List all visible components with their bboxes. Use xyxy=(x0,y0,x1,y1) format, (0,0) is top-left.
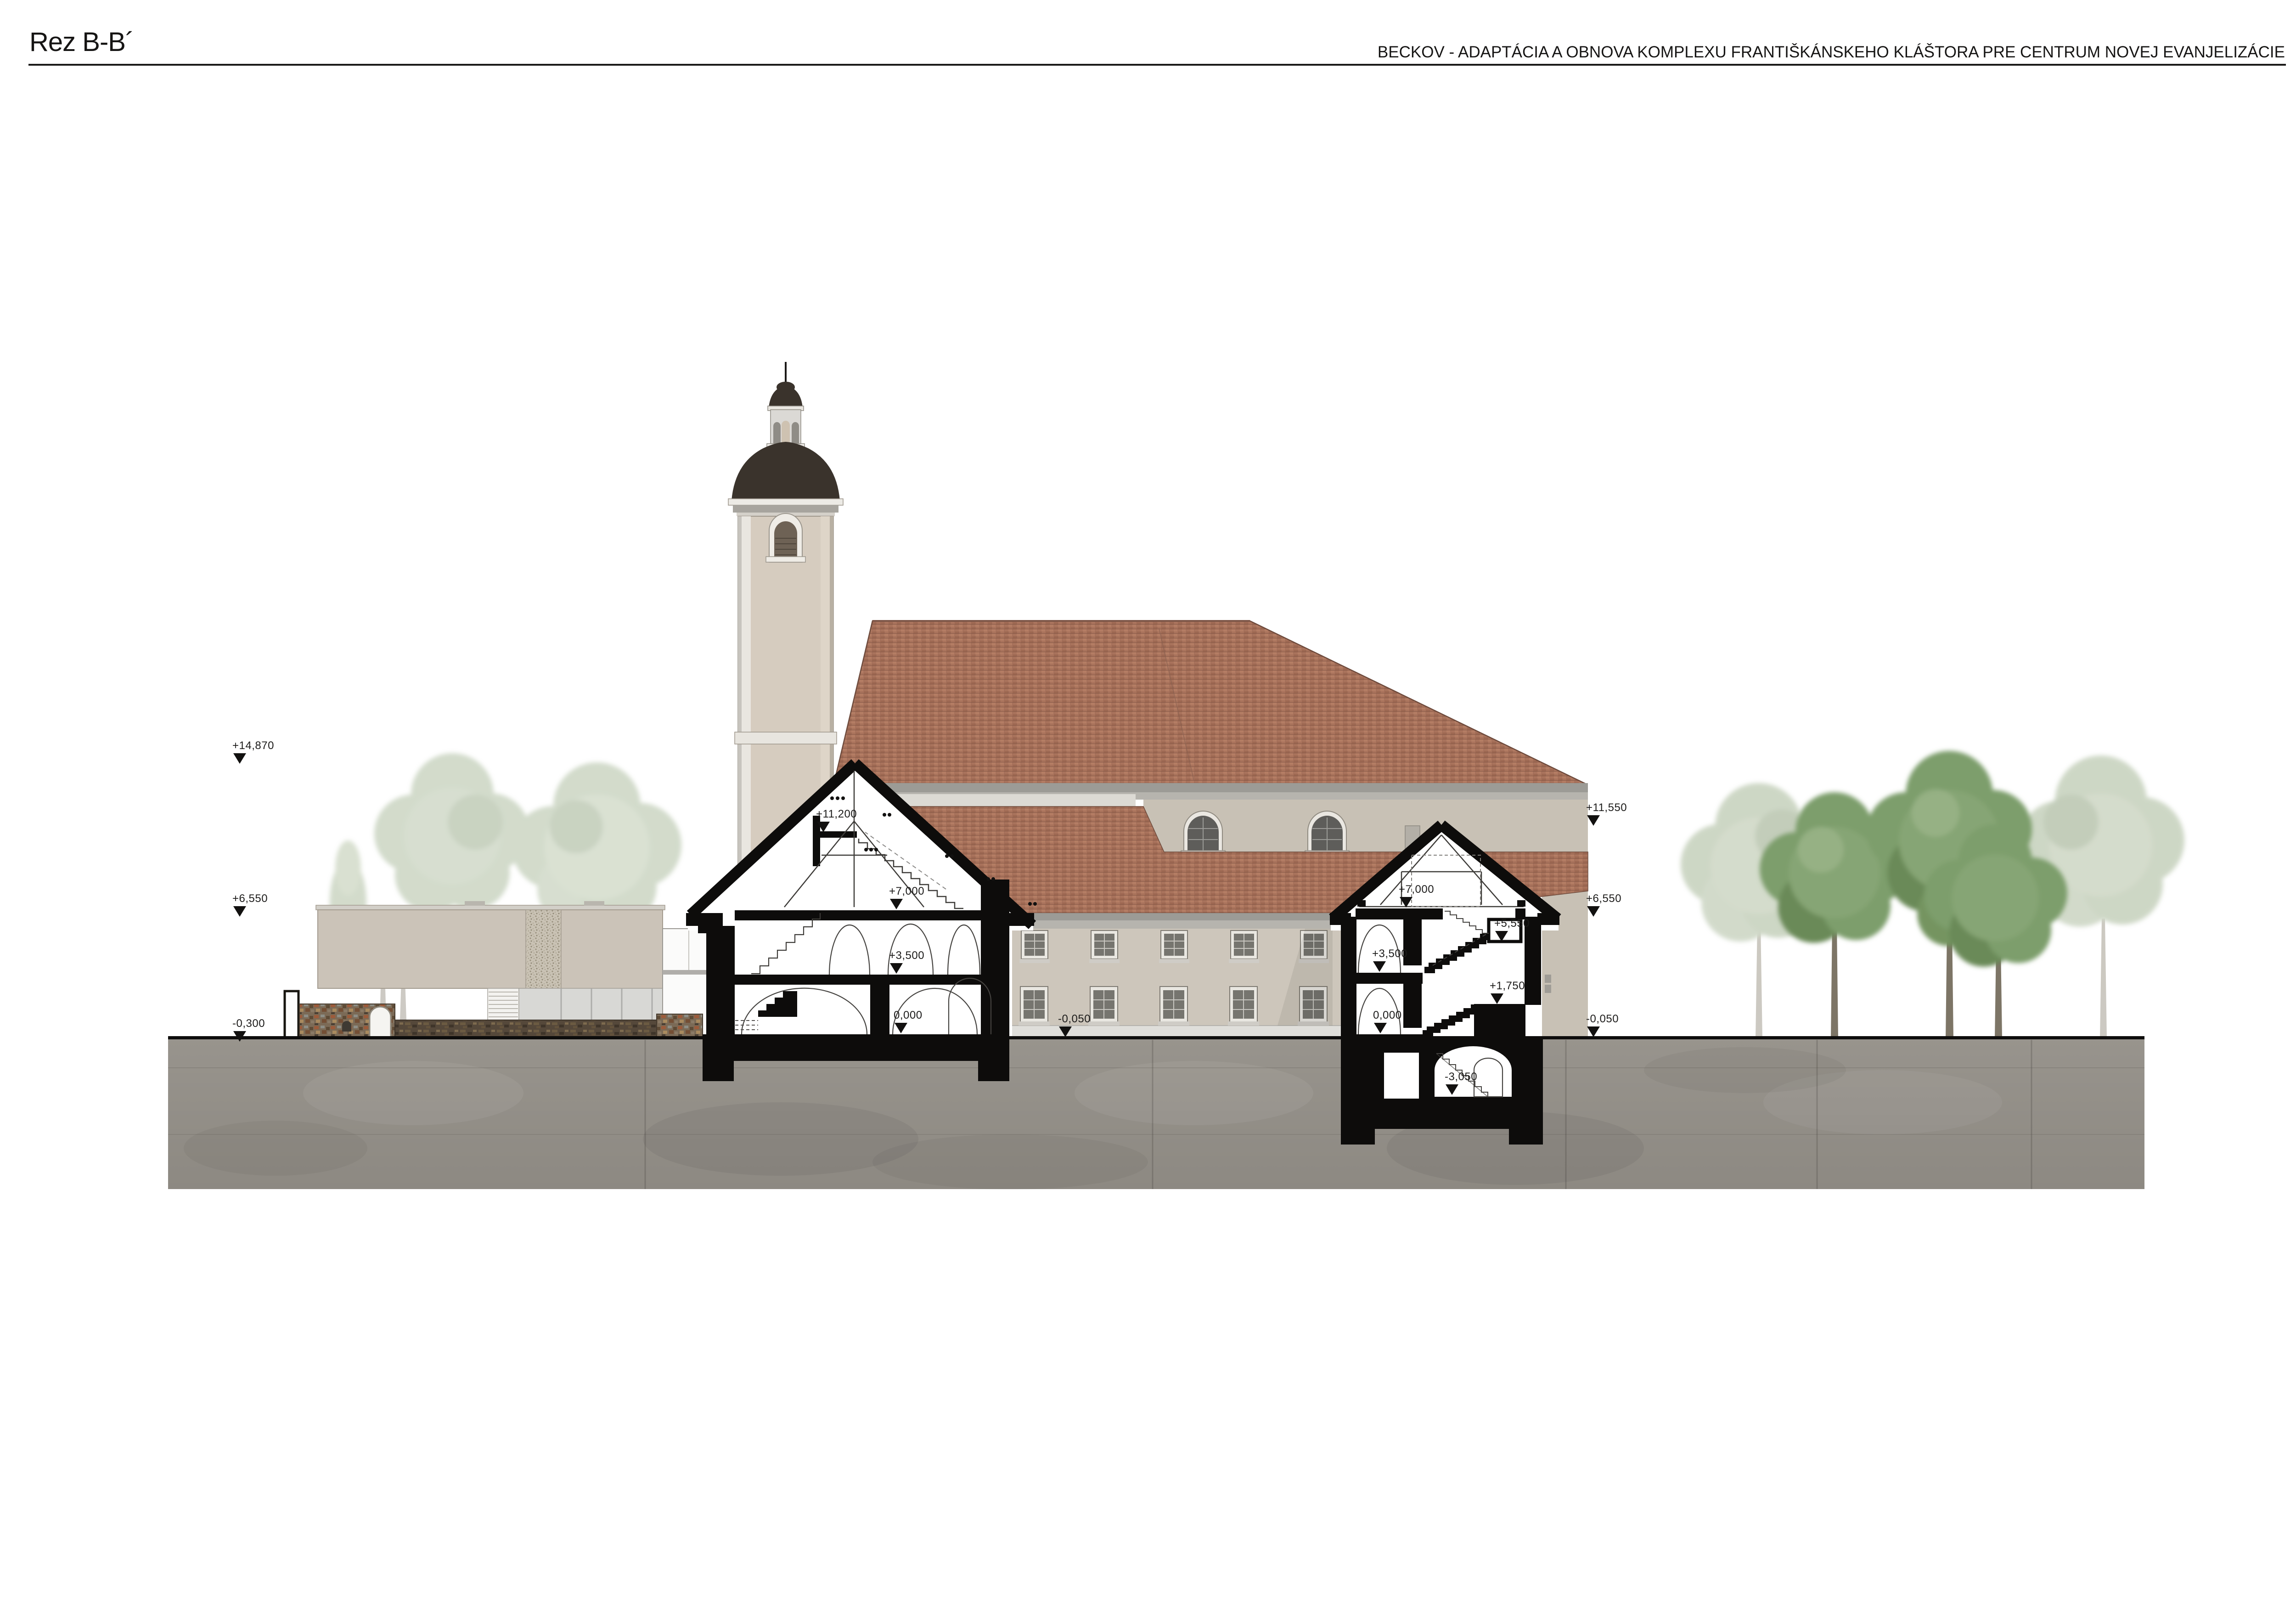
elevation-triangle-icon xyxy=(233,753,246,764)
elevation-label: +7,000 xyxy=(889,885,924,897)
floor-slab-3500 xyxy=(1356,973,1423,984)
elevation-triangle-icon xyxy=(890,963,903,974)
elevation-marker-right-6550: +6,550 xyxy=(1586,893,1621,917)
tower-small-dome xyxy=(769,385,803,408)
wall-niche xyxy=(342,1021,351,1032)
green-trees-right xyxy=(1760,751,2067,1039)
elevation-triangle-icon xyxy=(895,1023,907,1033)
elevation-triangle-icon xyxy=(1400,897,1412,908)
elevation-triangle-icon xyxy=(1491,993,1503,1004)
elevation-marker-right-minus0050: -0,050 xyxy=(1586,1013,1619,1037)
elevation-triangle-icon xyxy=(1587,815,1600,826)
elevation-label: -3,050 xyxy=(1445,1071,1477,1083)
elevation-label: +11,550 xyxy=(1586,802,1627,814)
elevation-label: +1,750 xyxy=(1490,980,1525,992)
elevation-label: +3,500 xyxy=(889,950,924,962)
elevation-marker-lsec-0000: 0,000 xyxy=(894,1009,923,1033)
elevation-triangle-icon xyxy=(1495,931,1508,942)
floor-slab-7000 xyxy=(735,910,1009,920)
elevation-triangle-icon xyxy=(817,822,830,832)
gabion-strip xyxy=(526,910,561,988)
project-title: BECKOV - ADAPTÁCIA A OBNOVA KOMPLEXU FRA… xyxy=(1378,43,2285,62)
floor-slab-3500 xyxy=(735,975,1009,985)
elevation-triangle-icon xyxy=(1374,1023,1387,1033)
landing-mass-1750 xyxy=(1474,1004,1525,1037)
elevation-label: 0,000 xyxy=(894,1009,923,1021)
cut-wall xyxy=(1341,917,1356,1037)
section-drawing xyxy=(0,0,2296,1624)
sheet-title: Rez B-B´ xyxy=(29,27,134,57)
elevation-triangle-icon xyxy=(233,906,246,917)
elevation-triangle-icon xyxy=(890,899,903,909)
elevation-triangle-icon xyxy=(233,1031,246,1042)
elevation-marker-lsec-3500: +3,500 xyxy=(889,950,924,974)
elevation-marker-lsec-11200: +11,200 xyxy=(816,808,857,832)
louver-panel xyxy=(488,988,519,1023)
elevation-marker-lsec-7000: +7,000 xyxy=(889,885,924,909)
elevation-marker-rsec-5550: +5,550 xyxy=(1494,918,1530,942)
gate-pillar xyxy=(285,991,298,1043)
pavilion-box xyxy=(318,910,663,988)
elevation-label: +6,550 xyxy=(232,893,268,905)
elevation-marker-rsec-7000: +7,000 xyxy=(1399,884,1434,908)
elevation-marker-right-11550: +11,550 xyxy=(1586,802,1627,826)
main-roof xyxy=(834,621,1585,784)
floor-slab-7000 xyxy=(1356,908,1443,919)
elevation-triangle-icon xyxy=(1059,1026,1072,1037)
architectural-section-sheet: Rez B-B´ BECKOV - ADAPTÁCIA A OBNOVA KOM… xyxy=(0,0,2296,1624)
pavilion-ground-floor xyxy=(488,988,663,1023)
elevation-triangle-icon xyxy=(1373,961,1386,972)
tower-cornice-band xyxy=(735,732,837,744)
basement-room-small xyxy=(1384,1053,1419,1099)
elevation-marker-courtyard-minus0050: -0,050 xyxy=(1058,1013,1091,1037)
elevation-label: 0,000 xyxy=(1373,1009,1402,1021)
ground xyxy=(168,1036,2144,1190)
elevation-triangle-icon xyxy=(1587,906,1600,917)
elevation-label: -0,300 xyxy=(232,1018,265,1030)
elevation-marker-left-minus0300: -0,300 xyxy=(232,1018,265,1042)
elevation-label: -0,050 xyxy=(1058,1013,1091,1025)
elevation-triangle-icon xyxy=(1587,1026,1600,1037)
elevation-label: +11,200 xyxy=(816,808,857,820)
elevation-label: -0,050 xyxy=(1586,1013,1619,1025)
elevation-label: +7,000 xyxy=(1399,884,1434,896)
pavilion-roof-slab xyxy=(316,905,665,910)
elevation-marker-rsec-3500: +3,500 xyxy=(1372,948,1407,972)
main-cornice xyxy=(833,783,1588,792)
header-rule xyxy=(28,64,2286,66)
elevation-label: +3,500 xyxy=(1372,948,1407,960)
elevation-label: +5,550 xyxy=(1494,918,1530,930)
elevation-label: +14,870 xyxy=(232,740,274,752)
elevation-label: +6,550 xyxy=(1586,893,1621,905)
floor-slab-0000 xyxy=(703,1034,1009,1061)
cut-wall xyxy=(981,880,1009,1061)
elevation-marker-rsec-1750: +1,750 xyxy=(1490,980,1525,1004)
elevation-marker-left-14870: +14,870 xyxy=(232,740,274,764)
elevation-marker-rsec-0000: 0,000 xyxy=(1373,1009,1402,1033)
loft-slab-11200 xyxy=(818,831,857,838)
ground-line xyxy=(168,1036,2144,1039)
elevation-triangle-icon xyxy=(1446,1084,1458,1095)
elevation-marker-left-6550: +6,550 xyxy=(232,893,268,917)
elevation-marker-rsec-minus3050: -3,050 xyxy=(1445,1071,1477,1095)
tower-main-dome xyxy=(732,442,840,501)
